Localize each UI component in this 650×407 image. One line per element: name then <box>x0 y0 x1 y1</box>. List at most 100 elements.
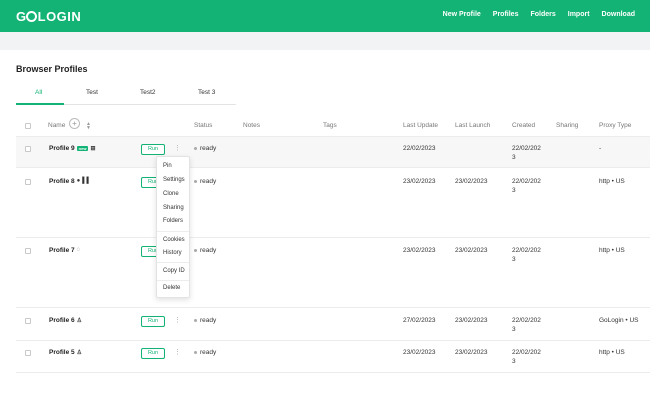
created-line-2: 3 <box>512 256 516 263</box>
run-button[interactable]: Run <box>141 348 165 359</box>
created-line-1: 22/02/202 <box>512 317 541 324</box>
proxy-type: http • US <box>599 247 625 254</box>
nav-profiles[interactable]: Profiles <box>493 11 519 18</box>
menu-divider <box>157 262 189 263</box>
windows-icon: ⊞ <box>90 146 96 152</box>
last-update: 23/02/2023 <box>403 349 436 356</box>
last-update: 27/02/2023 <box>403 317 436 324</box>
active-tab-indicator <box>16 103 64 105</box>
kebab-menu-icon[interactable]: ⋮ <box>174 349 181 356</box>
profile-context-menu: Pin Settings Clone Sharing Folders Cooki… <box>156 156 190 298</box>
column-created[interactable]: Created <box>512 122 535 129</box>
created-line-2: 3 <box>512 326 516 333</box>
column-proxy-type[interactable]: Proxy Type <box>599 122 631 129</box>
menu-item-settings[interactable]: Settings <box>163 177 185 183</box>
proxy-type: http • US <box>599 349 625 356</box>
nav-new-profile[interactable]: New Profile <box>443 11 481 18</box>
column-status[interactable]: Status <box>194 122 212 129</box>
menu-item-sharing[interactable]: Sharing <box>163 205 184 211</box>
status: ready <box>194 178 216 185</box>
profile-name[interactable]: Profile 8 ● ▌▌ <box>49 178 91 185</box>
nav-import[interactable]: Import <box>568 11 590 18</box>
add-column-icon[interactable]: + <box>69 118 80 129</box>
column-tags[interactable]: Tags <box>323 122 337 129</box>
profile-name[interactable]: Profile 6 ♙ <box>49 317 82 324</box>
profile-name[interactable]: Profile 5 ♙ <box>49 349 82 356</box>
linux-icon: ♙ <box>76 318 83 324</box>
signal-icon: ▌▌ <box>82 178 91 185</box>
run-button[interactable]: Run <box>141 144 165 155</box>
last-update: 22/02/2023 <box>403 145 436 152</box>
menu-divider <box>157 231 189 232</box>
last-update: 23/02/2023 <box>403 247 436 254</box>
column-sharing[interactable]: Sharing <box>556 122 578 129</box>
sort-name-icon[interactable]: ▲ ▼ <box>86 122 91 131</box>
table-row[interactable]: Profile 6 ♙ Run ⋮ ready 27/02/2023 23/02/… <box>16 308 650 341</box>
menu-item-copy-id[interactable]: Copy ID <box>163 268 185 274</box>
last-launch: 23/02/2023 <box>455 317 488 324</box>
apple-icon: ◌ <box>76 247 81 254</box>
nav-folders[interactable]: Folders <box>530 11 555 18</box>
last-launch: 23/02/2023 <box>455 178 488 185</box>
column-name[interactable]: Name <box>48 122 65 129</box>
gologin-logo[interactable]: G LOGIN <box>16 9 81 24</box>
row-checkbox[interactable] <box>25 350 31 356</box>
menu-item-folders[interactable]: Folders <box>163 218 183 224</box>
menu-item-history[interactable]: History <box>163 250 182 256</box>
row-checkbox[interactable] <box>25 146 31 152</box>
table-row[interactable]: Profile 7 ◌ Run ready 23/02/2023 23/02/20… <box>16 238 650 308</box>
menu-divider <box>157 280 189 281</box>
tab-test-3[interactable]: Test 3 <box>198 89 215 96</box>
menu-item-pin[interactable]: Pin <box>163 163 172 169</box>
tab-test[interactable]: Test <box>86 89 98 96</box>
menu-item-cookies[interactable]: Cookies <box>163 237 185 243</box>
tab-all[interactable]: All <box>35 89 42 96</box>
created-line-1: 22/02/202 <box>512 349 541 356</box>
select-all-checkbox[interactable] <box>25 123 31 129</box>
created-line-1: 22/02/202 <box>512 178 541 185</box>
created-line-1: 22/02/202 <box>512 247 541 254</box>
nav-download[interactable]: Download <box>602 11 635 18</box>
created-line-2: 3 <box>512 187 516 194</box>
table-row[interactable]: Profile 8 ● ▌▌ Run ready 23/02/2023 23/02/… <box>16 168 650 238</box>
apple-icon: ● <box>76 178 81 185</box>
kebab-menu-icon[interactable]: ⋮ <box>174 145 181 152</box>
table-row[interactable]: Profile 9 new ⊞ Run ⋮ ready 22/02/2023 22/… <box>16 137 650 168</box>
menu-item-clone[interactable]: Clone <box>163 191 179 197</box>
last-update: 23/02/2023 <box>403 178 436 185</box>
kebab-menu-icon[interactable]: ⋮ <box>174 317 181 324</box>
row-checkbox[interactable] <box>25 248 31 254</box>
status: ready <box>194 349 216 356</box>
created-line-1: 22/02/202 <box>512 145 541 152</box>
status: ready <box>194 247 216 254</box>
proxy-type: http • US <box>599 178 625 185</box>
status: ready <box>194 317 216 324</box>
last-launch: 23/02/2023 <box>455 247 488 254</box>
menu-item-delete[interactable]: Delete <box>163 285 180 291</box>
page-title: Browser Profiles <box>16 64 88 74</box>
tab-test2[interactable]: Test2 <box>140 89 156 96</box>
last-launch: 23/02/2023 <box>455 349 488 356</box>
top-nav: New Profile Profiles Folders Import Down… <box>443 11 635 18</box>
row-checkbox[interactable] <box>25 318 31 324</box>
proxy-type: GoLogin • US <box>599 317 639 324</box>
logo-text-post: LOGIN <box>37 9 82 24</box>
profile-name[interactable]: Profile 9 new ⊞ <box>49 145 95 152</box>
created-line-2: 3 <box>512 358 516 365</box>
top-bar: G LOGIN New Profile Profiles Folders Imp… <box>0 0 650 32</box>
linux-icon: ♙ <box>76 350 83 356</box>
new-badge: new <box>76 146 89 151</box>
row-checkbox[interactable] <box>25 179 31 185</box>
table-row[interactable]: Profile 5 ♙ Run ⋮ ready 23/02/2023 23/02/… <box>16 341 650 373</box>
status: ready <box>194 145 216 152</box>
folder-tabs: All Test Test2 Test 3 <box>16 86 236 105</box>
header-divider-strip <box>0 32 650 50</box>
table-header: Name + ▲ ▼ Status Notes Tags Last Update … <box>16 115 650 137</box>
run-button[interactable]: Run <box>141 316 165 327</box>
column-last-update[interactable]: Last Update <box>403 122 438 129</box>
column-last-launch[interactable]: Last Launch <box>455 122 490 129</box>
created-line-2: 3 <box>512 154 516 161</box>
profile-name[interactable]: Profile 7 ◌ <box>49 247 80 254</box>
proxy-type: - <box>599 145 602 152</box>
column-notes[interactable]: Notes <box>243 122 260 129</box>
